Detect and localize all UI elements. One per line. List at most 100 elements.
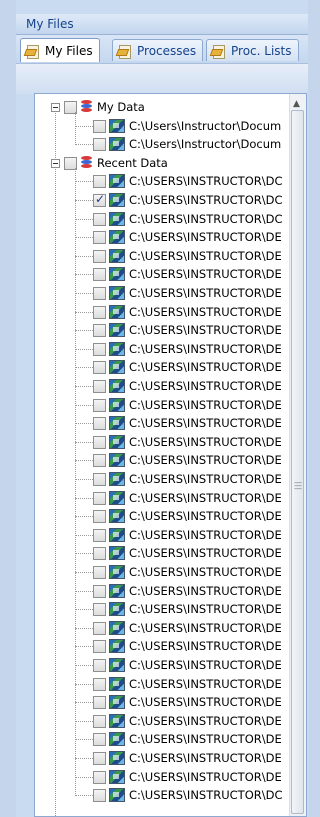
tab-processes[interactable]: Processes [112, 39, 204, 61]
tree-item-row[interactable]: C:\USERS\INSTRUCTOR\DE [35, 265, 291, 283]
tree-connector [75, 367, 93, 369]
item-checkbox[interactable] [93, 361, 106, 375]
item-checkbox[interactable] [93, 528, 106, 542]
item-checkbox[interactable] [93, 621, 106, 635]
tab-proc-lists[interactable]: Proc. Lists [206, 39, 299, 61]
tree-item-row[interactable]: C:\USERS\INSTRUCTOR\DE [35, 340, 291, 358]
raster-file-icon [109, 323, 125, 338]
item-checkbox[interactable] [93, 752, 106, 765]
item-checkbox[interactable] [93, 268, 106, 282]
tree-item-row[interactable]: ✓ C:\USERS\INSTRUCTOR\DC [35, 191, 291, 209]
item-path-label: C:\USERS\INSTRUCTOR\DE [129, 620, 282, 635]
tree-item-row[interactable]: C:\Users\Instructor\Docum [35, 135, 291, 153]
process-tab-icon [115, 44, 133, 59]
tree-item-row[interactable]: C:\USERS\INSTRUCTOR\DE [35, 600, 291, 618]
tree-item-row[interactable]: C:\USERS\INSTRUCTOR\DE [35, 656, 291, 674]
item-path-label: C:\USERS\INSTRUCTOR\DE [129, 323, 282, 338]
tree-item-row[interactable]: C:\USERS\INSTRUCTOR\DE [35, 247, 291, 265]
vertical-scrollbar[interactable]: ▲ — — — [289, 94, 306, 816]
item-checkbox[interactable] [93, 547, 106, 561]
item-checkbox[interactable] [93, 510, 106, 524]
tree-item-row[interactable]: C:\USERS\INSTRUCTOR\DC [35, 786, 291, 804]
tree-item-row[interactable]: C:\USERS\INSTRUCTOR\DE [35, 507, 291, 525]
tree-item-row[interactable]: C:\USERS\INSTRUCTOR\DE [35, 637, 291, 655]
item-checkbox[interactable] [93, 380, 106, 393]
tree-item-row[interactable]: C:\USERS\INSTRUCTOR\DE [35, 619, 291, 637]
tree-item-row[interactable]: C:\USERS\INSTRUCTOR\DE [35, 414, 291, 432]
item-checkbox[interactable] [93, 119, 106, 133]
tree-item-row[interactable]: C:\USERS\INSTRUCTOR\DE [35, 563, 291, 581]
raster-file-icon [109, 658, 125, 672]
tree-item-row[interactable]: C:\USERS\INSTRUCTOR\DE [35, 489, 291, 507]
item-checkbox[interactable] [93, 342, 106, 356]
tree-item-row[interactable]: C:\USERS\INSTRUCTOR\DE [35, 358, 291, 376]
item-checkbox[interactable] [93, 473, 106, 486]
item-checkbox[interactable] [93, 566, 106, 579]
left-splitter[interactable] [0, 0, 16, 817]
item-checkbox[interactable] [93, 677, 106, 691]
tree-group-row[interactable]: Recent Data [35, 154, 291, 172]
tab-my-files[interactable]: My Files [20, 38, 100, 62]
item-checkbox[interactable] [93, 305, 106, 319]
scroll-up-icon[interactable]: ▲ [293, 99, 300, 109]
tree-item-row[interactable]: C:\Users\Instructor\Docum [35, 117, 291, 135]
item-checkbox[interactable] [93, 603, 106, 617]
tree-item-row[interactable]: C:\USERS\INSTRUCTOR\DE [35, 433, 291, 451]
item-checkbox[interactable] [93, 249, 106, 263]
item-checkbox[interactable] [93, 770, 106, 784]
item-path-label: C:\USERS\INSTRUCTOR\DE [129, 509, 282, 524]
item-checkbox[interactable] [93, 324, 106, 338]
tree-item-row[interactable]: C:\USERS\INSTRUCTOR\DE [35, 768, 291, 786]
tree-group-row[interactable]: My Data [35, 98, 291, 116]
item-checkbox[interactable] [93, 640, 106, 654]
tree-item-row[interactable]: C:\USERS\INSTRUCTOR\DE [35, 228, 291, 246]
raster-file-icon [109, 360, 125, 375]
item-checkbox[interactable] [93, 584, 106, 598]
item-checkbox[interactable] [93, 175, 106, 189]
tree-item-row[interactable]: C:\USERS\INSTRUCTOR\DE [35, 693, 291, 711]
item-checkbox[interactable] [93, 435, 106, 449]
tree-item-row[interactable]: C:\USERS\INSTRUCTOR\DE [35, 749, 291, 767]
tree-item-row[interactable]: C:\USERS\INSTRUCTOR\DE [35, 526, 291, 544]
scrollbar-thumb[interactable]: — — — [291, 110, 304, 814]
item-checkbox[interactable] [93, 212, 106, 226]
tree-item-row[interactable]: C:\USERS\INSTRUCTOR\DE [35, 377, 291, 395]
tree-item-row[interactable]: C:\USERS\INSTRUCTOR\DE [35, 544, 291, 562]
item-checkbox[interactable] [93, 789, 106, 803]
tree-connector [75, 497, 93, 499]
item-checkbox[interactable] [93, 696, 106, 710]
collapse-toggle-icon[interactable] [51, 103, 60, 112]
item-checkbox[interactable] [93, 138, 106, 152]
tree-item-row[interactable]: C:\USERS\INSTRUCTOR\DE [35, 396, 291, 414]
tree-connector [75, 776, 93, 778]
tree-item-row[interactable]: C:\USERS\INSTRUCTOR\DE [35, 582, 291, 600]
check-icon: ✓ [95, 192, 106, 206]
tree-item-row[interactable]: C:\USERS\INSTRUCTOR\DE [35, 730, 291, 748]
tree-connector [75, 441, 93, 443]
item-checkbox[interactable] [93, 287, 106, 300]
tree-item-row[interactable]: C:\USERS\INSTRUCTOR\DE [35, 712, 291, 730]
item-checkbox[interactable] [93, 454, 106, 468]
tree-item-row[interactable]: C:\USERS\INSTRUCTOR\DE [35, 321, 291, 339]
item-checkbox[interactable] [93, 659, 106, 672]
item-checkbox[interactable] [93, 398, 106, 412]
item-checkbox[interactable] [93, 733, 106, 747]
item-path-label: C:\USERS\INSTRUCTOR\DE [129, 397, 282, 412]
item-checkbox[interactable] [93, 714, 106, 728]
tree-item-row[interactable]: C:\USERS\INSTRUCTOR\DC [35, 210, 291, 228]
raster-file-icon [109, 397, 125, 412]
tree-item-row[interactable]: C:\USERS\INSTRUCTOR\DE [35, 303, 291, 321]
item-checkbox[interactable] [93, 417, 106, 431]
collapse-toggle-icon[interactable] [51, 158, 60, 168]
item-checkbox[interactable]: ✓ [93, 192, 106, 207]
item-checkbox[interactable] [93, 491, 106, 505]
item-checkbox[interactable] [93, 231, 106, 245]
tree-item-row[interactable]: C:\USERS\INSTRUCTOR\DC [35, 172, 291, 190]
item-path-label: C:\USERS\INSTRUCTOR\DE [129, 658, 282, 672]
raster-file-icon [109, 230, 125, 245]
raster-file-icon [109, 341, 125, 356]
tree-item-row[interactable]: C:\USERS\INSTRUCTOR\DE [35, 470, 291, 488]
tree-item-row[interactable]: C:\USERS\INSTRUCTOR\DE [35, 675, 291, 693]
tree-item-row[interactable]: C:\USERS\INSTRUCTOR\DE [35, 284, 291, 302]
tree-item-row[interactable]: C:\USERS\INSTRUCTOR\DE [35, 451, 291, 469]
